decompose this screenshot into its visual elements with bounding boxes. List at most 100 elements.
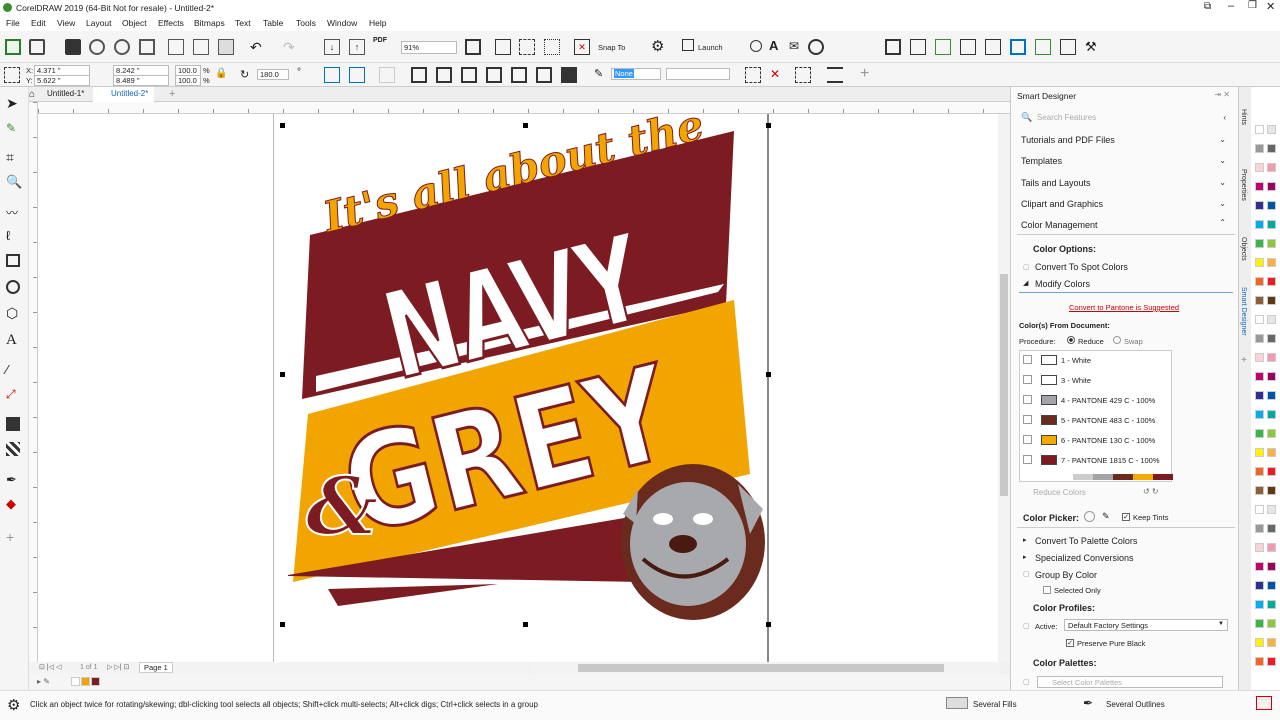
keep-tints-checkbox[interactable]: ✓ [1122,513,1130,521]
palette-swatch[interactable] [1255,220,1264,229]
tab-smart-designer[interactable]: Smart Designer [1240,287,1247,336]
text-tool-icon[interactable]: A [6,332,22,348]
palette-swatch[interactable] [1255,448,1264,457]
expand-icon[interactable]: ▸ [1023,553,1027,561]
workspace-icon-2[interactable] [910,39,926,55]
color-proof-icon[interactable] [1256,696,1272,710]
docker-options-icon[interactable]: ⇥ ✕ [1214,90,1230,99]
picker-eyedropper-icon[interactable]: ✎ [1102,511,1110,522]
launch-dropdown[interactable]: Launch [698,43,723,52]
color-row-checkbox[interactable] [1023,435,1032,444]
menu-table[interactable]: Table [263,18,283,28]
palette-swatch[interactable] [1255,486,1264,495]
polygon-tool-icon[interactable]: ⬡ [6,305,22,321]
align-distribute-icon[interactable] [827,67,843,83]
workspace-icon-4[interactable] [960,39,976,55]
swap-radio[interactable] [1113,336,1121,344]
palette-swatch[interactable] [1255,391,1264,400]
palette-swatch[interactable] [1267,505,1276,514]
group-icon[interactable] [411,67,427,83]
clear-transform-icon[interactable]: ✕ [770,67,786,83]
color-row[interactable]: 1 - White [1019,351,1169,371]
tab-page-1[interactable]: Page 1 [139,662,173,673]
horizontal-scroll-thumb[interactable] [578,664,944,672]
undo-icon[interactable]: ↶ [250,39,266,55]
cut-icon[interactable] [168,39,184,55]
horizontal-scrollbar[interactable] [530,662,1000,674]
palette-swatch[interactable] [1267,163,1276,172]
y-position-field[interactable]: 5.622 " [34,75,90,86]
palette-swatch[interactable] [1267,353,1276,362]
search-chevron-icon[interactable]: ‹ [1223,113,1226,122]
palette-swatch[interactable] [1255,334,1264,343]
palette-swatch[interactable] [1255,315,1264,324]
horizontal-ruler[interactable] [38,102,1010,114]
launch-icon[interactable] [682,39,694,51]
rulers-icon[interactable] [495,39,511,55]
workspace-icon-5[interactable] [985,39,1001,55]
line-style-field[interactable] [666,68,730,80]
preserve-black-checkbox[interactable]: ✓ [1066,639,1074,647]
menu-edit[interactable]: Edit [31,18,46,28]
palette-swatch[interactable] [1255,562,1264,571]
section-color-management[interactable]: Color Management [1021,220,1098,230]
paste-icon[interactable] [218,39,234,55]
trim-icon[interactable] [511,67,527,83]
mirror-h-icon[interactable] [324,67,340,83]
restore-small-icon[interactable]: ⧉ [1204,1,1211,12]
grid-icon[interactable] [519,39,535,55]
ungroup-all-icon[interactable] [461,67,477,83]
tab-hints[interactable]: Hints [1240,109,1247,125]
quick-customize-icon[interactable] [795,67,811,83]
search-input[interactable]: Search Features [1037,113,1096,122]
chevron-up-icon[interactable]: ⌃ [1219,218,1226,227]
color-row[interactable]: 7 - PANTONE 1815 C - 100% [1019,451,1169,471]
palette-swatch[interactable] [1267,600,1276,609]
selection-handle[interactable] [280,123,285,128]
workspace-icon-9[interactable]: ⚒ [1085,39,1101,55]
palette-swatch[interactable] [1255,353,1264,362]
options-gear-icon[interactable]: ⚙ [651,39,667,55]
menu-object[interactable]: Object [122,18,147,28]
tab-untitled-1[interactable]: Untitled-1* [29,87,90,102]
copy-icon[interactable] [193,39,209,55]
wrap-text-icon[interactable] [745,67,761,83]
page-nav-first-icon[interactable]: ⊡ |◁ ◁ [39,663,61,671]
palette-swatch[interactable] [1255,429,1264,438]
palette-swatch[interactable] [1267,543,1276,552]
convert-pantone-link[interactable]: Convert to Pantone is Suggested [1069,303,1179,312]
palette-swatch[interactable] [1267,391,1276,400]
print-icon[interactable] [139,39,155,55]
palette-swatch[interactable] [1267,220,1276,229]
selection-handle[interactable] [280,622,285,627]
palette-swatch[interactable] [1267,201,1276,210]
quick-customize-plus-icon[interactable]: + [6,529,22,545]
selection-handle[interactable] [766,372,771,377]
color-row-checkbox[interactable] [1023,455,1032,464]
menu-tools[interactable]: Tools [296,18,316,28]
artwork[interactable]: It's all about the NAVY GREY & [38,114,998,662]
tab-untitled-2[interactable]: Untitled-2* [93,87,155,102]
workspace-icon-8[interactable] [1060,39,1076,55]
snap-to-dropdown[interactable]: Snap To [598,43,625,52]
palette-swatch[interactable] [1255,657,1264,666]
redo-icon[interactable]: ↷ [283,39,299,55]
palette-swatch[interactable] [1255,600,1264,609]
active-profile-dropdown[interactable]: Default Factory Settings ▼ [1064,619,1228,631]
combine-icon[interactable] [561,67,577,83]
palette-swatch[interactable] [1267,619,1276,628]
tab-properties[interactable]: Properties [1240,169,1247,201]
vertical-scrollbar[interactable] [998,114,1010,662]
section-templates[interactable]: Templates [1021,156,1062,166]
rectangle-tool-icon[interactable] [6,254,20,267]
color-row-checkbox[interactable] [1023,355,1032,364]
reduce-colors-button[interactable]: Reduce Colors [1033,488,1086,497]
transparency-tool-icon[interactable] [6,442,20,456]
mirror-v-icon[interactable] [349,67,365,83]
convert-spot-colors[interactable]: Convert To Spot Colors [1035,262,1128,272]
export-icon[interactable]: ↑ [349,39,365,55]
palette-swatch[interactable] [1267,429,1276,438]
palette-swatch[interactable] [1255,258,1264,267]
color-row-checkbox[interactable] [1023,415,1032,424]
font-icon[interactable]: A [769,38,785,54]
